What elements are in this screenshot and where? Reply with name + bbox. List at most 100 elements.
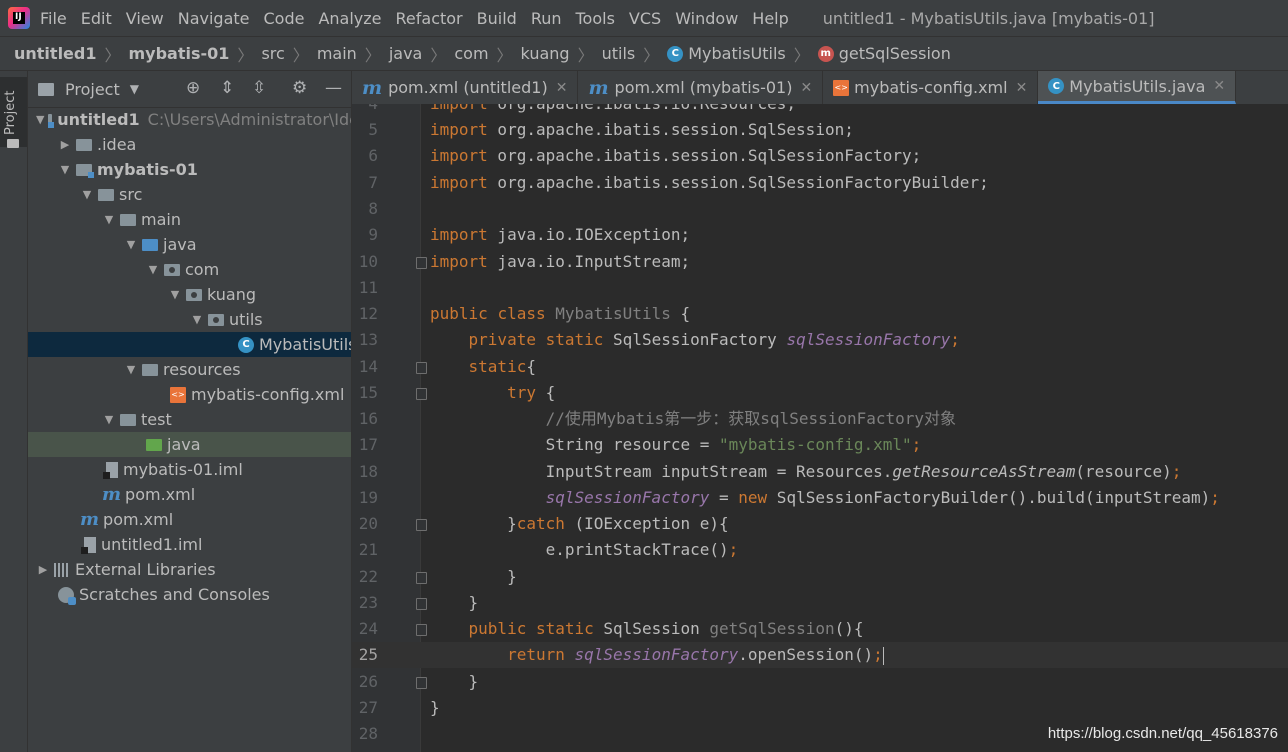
breadcrumb-getsqlsession[interactable]: m getSqlSession xyxy=(817,44,951,63)
tree-item-scratches[interactable]: Scratches and Consoles xyxy=(28,582,351,607)
fold-icon[interactable] xyxy=(416,257,427,269)
window-title: untitled1 - MybatisUtils.java [mybatis-0… xyxy=(822,8,1155,28)
tree-item-label: java xyxy=(163,235,197,254)
class-icon: C xyxy=(1048,78,1065,94)
menu-build[interactable]: Build xyxy=(477,9,517,28)
menu-run[interactable]: Run xyxy=(531,9,562,28)
chevron-right-icon: 〉 xyxy=(237,45,254,65)
tree-item-pom-mybatis[interactable]: m pom.xml xyxy=(28,482,351,507)
close-icon[interactable]: ✕ xyxy=(800,80,812,96)
breadcrumb-mybatisutils[interactable]: C MybatisUtils xyxy=(667,44,786,63)
chevron-down-icon: ▼ xyxy=(126,363,136,376)
tree-item-mybatis-config[interactable]: <> mybatis-config.xml xyxy=(28,382,351,407)
code-token: ; xyxy=(911,435,922,454)
tree-item-kuang[interactable]: ▼ kuang xyxy=(28,282,351,307)
tree-item-main[interactable]: ▼ main xyxy=(28,207,351,232)
tree-item-label: Scratches and Consoles xyxy=(79,585,270,604)
menu-navigate[interactable]: Navigate xyxy=(178,9,250,28)
tab-pom-untitled1[interactable]: m pom.xml (untitled1) ✕ xyxy=(352,71,579,104)
code-line: 20 }catch (IOException e){ xyxy=(352,511,1288,537)
tree-item-pom-untitled[interactable]: m pom.xml xyxy=(28,507,351,532)
chevron-right-icon: 〉 xyxy=(364,45,381,65)
breadcrumb-src[interactable]: src xyxy=(261,44,284,63)
tree-item-utils[interactable]: ▼ utils xyxy=(28,307,351,332)
close-icon[interactable]: ✕ xyxy=(1213,78,1225,94)
tree-item-java[interactable]: ▼ java xyxy=(28,232,351,257)
breadcrumb-java[interactable]: java xyxy=(389,44,423,63)
code-token: sqlSessionFactory xyxy=(786,330,951,349)
code-comment: //使用Mybatis第一步：获取sqlSessionFactory对象 xyxy=(545,409,957,428)
breadcrumb-untitled1[interactable]: untitled1 xyxy=(14,44,96,63)
code-line: 24 public static SqlSession getSqlSessio… xyxy=(352,616,1288,642)
intellij-logo-icon: IJ xyxy=(8,7,30,29)
tree-item-com[interactable]: ▼ com xyxy=(28,257,351,282)
fold-icon[interactable] xyxy=(416,677,427,689)
gear-icon[interactable]: ⚙ xyxy=(292,78,307,98)
menu-view[interactable]: View xyxy=(126,9,164,28)
tab-label: MybatisUtils.java xyxy=(1069,76,1206,96)
tree-item-external-libraries[interactable]: ▶ External Libraries xyxy=(28,557,351,582)
menu-refactor[interactable]: Refactor xyxy=(396,9,463,28)
tree-item-resources[interactable]: ▼ resources xyxy=(28,357,351,382)
tree-item-src[interactable]: ▼ src xyxy=(28,182,351,207)
breadcrumb-utils[interactable]: utils xyxy=(602,44,636,63)
code-line: 18 InputStream inputStream = Resources.g… xyxy=(352,459,1288,485)
code-token: } xyxy=(507,514,517,533)
tree-item-untitled1[interactable]: ▼ untitled1 C:\Users\Administrator\Ide xyxy=(28,107,351,132)
locate-icon[interactable]: ⊕ xyxy=(186,78,200,98)
source-folder-icon xyxy=(142,238,158,251)
tree-item-untitled1-iml[interactable]: untitled1.iml xyxy=(28,532,351,557)
menu-analyze[interactable]: Analyze xyxy=(318,9,381,28)
chevron-down-icon[interactable]: ▼ xyxy=(130,82,139,96)
breadcrumb-com[interactable]: com xyxy=(454,44,488,63)
menu-help[interactable]: Help xyxy=(752,9,788,28)
code-token: public xyxy=(468,619,527,638)
menu-vcs[interactable]: VCS xyxy=(629,9,661,28)
code-token: java.io.IOException; xyxy=(487,225,691,244)
project-view-selector[interactable]: Project xyxy=(65,80,120,99)
menu-code[interactable]: Code xyxy=(264,9,305,28)
fold-icon[interactable] xyxy=(416,572,427,584)
folder-icon xyxy=(120,413,136,426)
line-number: 7 xyxy=(368,173,378,192)
fold-icon[interactable] xyxy=(416,519,427,531)
line-number: 20 xyxy=(358,514,378,533)
tree-item-test-java[interactable]: java xyxy=(28,432,351,457)
code-editor[interactable]: 4import org.apache.ibatis.io.Resources; … xyxy=(352,104,1288,752)
package-icon xyxy=(208,313,224,326)
minimize-icon[interactable]: — xyxy=(325,78,342,98)
tab-mybatisutils[interactable]: C MybatisUtils.java ✕ xyxy=(1038,71,1237,104)
tree-item-mybatis-01-iml[interactable]: mybatis-01.iml xyxy=(28,457,351,482)
breadcrumb-main[interactable]: main xyxy=(317,44,357,63)
menu-tools[interactable]: Tools xyxy=(576,9,615,28)
fold-icon[interactable] xyxy=(416,624,427,636)
menu-edit[interactable]: Edit xyxy=(81,9,112,28)
fold-icon[interactable] xyxy=(416,598,427,610)
line-number: 15 xyxy=(358,383,378,402)
menu-window[interactable]: Window xyxy=(675,9,738,28)
tree-item-mybatisutils[interactable]: C MybatisUtils xyxy=(28,332,351,357)
close-icon[interactable]: ✕ xyxy=(556,80,568,96)
code-line: 10 import java.io.InputStream; xyxy=(352,249,1288,275)
close-icon[interactable]: ✕ xyxy=(1016,80,1028,96)
breadcrumb-mybatis-01[interactable]: mybatis-01 xyxy=(129,44,230,63)
line-number: 18 xyxy=(358,462,378,481)
tab-pom-mybatis-01[interactable]: m pom.xml (mybatis-01) ✕ xyxy=(578,71,824,104)
tree-item-idea[interactable]: ▶ .idea xyxy=(28,132,351,157)
code-token: try xyxy=(507,383,536,402)
tree-item-label: .idea xyxy=(97,135,137,154)
code-string: "mybatis-config.xml" xyxy=(718,435,912,454)
module-folder-icon xyxy=(48,113,54,128)
project-tool-tab[interactable]: Project xyxy=(0,77,27,148)
tree-item-mybatis-01[interactable]: ▼ mybatis-01 xyxy=(28,157,351,182)
fold-icon[interactable] xyxy=(416,362,427,374)
tab-mybatis-config[interactable]: <> mybatis-config.xml ✕ xyxy=(823,71,1039,104)
fold-icon[interactable] xyxy=(416,388,427,400)
tree-item-label: mybatis-01 xyxy=(97,160,198,179)
breadcrumb-kuang[interactable]: kuang xyxy=(521,44,570,63)
chevron-right-icon: 〉 xyxy=(577,45,594,65)
tree-item-test[interactable]: ▼ test xyxy=(28,407,351,432)
expand-all-icon[interactable]: ⇕ xyxy=(220,78,234,98)
menu-file[interactable]: File xyxy=(40,9,67,28)
collapse-all-icon[interactable]: ⇳ xyxy=(252,78,266,98)
